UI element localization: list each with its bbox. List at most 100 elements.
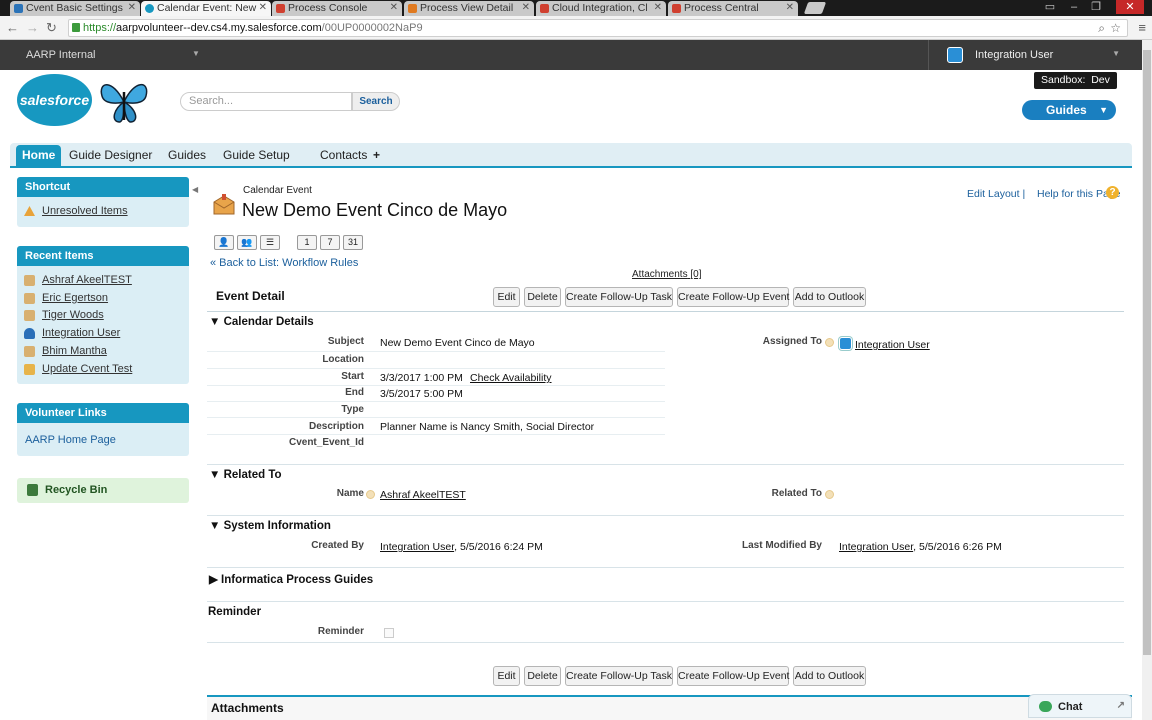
single-user-view-icon[interactable]: 👤 xyxy=(214,235,234,250)
edit-button[interactable]: Edit xyxy=(493,287,520,307)
close-window-icon[interactable]: ✕ xyxy=(1116,0,1144,14)
recycle-bin[interactable]: Recycle Bin xyxy=(17,478,189,503)
maximize-icon[interactable]: ❐ xyxy=(1086,0,1106,14)
forward-icon[interactable]: → xyxy=(26,20,39,36)
assigned-to-value[interactable]: Integration User xyxy=(855,339,930,351)
month-view-button[interactable]: 31 xyxy=(343,235,363,250)
attachments-section-header: Attachments xyxy=(207,695,1132,720)
name-value[interactable]: Ashraf AkeelTEST xyxy=(380,489,466,501)
back-icon[interactable]: ← xyxy=(6,20,19,36)
browser-tab[interactable]: Process Console ✕ xyxy=(272,1,402,16)
recent-item[interactable]: Ashraf AkeelTEST xyxy=(42,274,132,286)
divider xyxy=(207,567,1124,568)
warning-icon xyxy=(24,206,35,216)
divider xyxy=(207,351,665,352)
recent-item[interactable]: Update Cvent Test xyxy=(42,363,132,375)
tab-contacts[interactable]: Contacts xyxy=(320,148,367,162)
reload-icon[interactable]: ↻ xyxy=(46,20,57,36)
star-icon[interactable]: ☆ xyxy=(1110,20,1121,36)
edit-button[interactable]: Edit xyxy=(493,666,520,686)
minimize-icon[interactable]: – xyxy=(1064,0,1084,14)
salesforce-logo[interactable]: salesforce xyxy=(17,74,92,126)
location-label: Location xyxy=(322,354,364,365)
tab-guide-setup[interactable]: Guide Setup xyxy=(223,148,290,162)
add-to-outlook-button[interactable]: Add to Outlook xyxy=(793,666,866,686)
close-tab-icon[interactable]: ✕ xyxy=(786,1,794,15)
check-availability-link[interactable]: Check Availability xyxy=(470,372,552,384)
section-related-to[interactable]: ▼ Related To xyxy=(209,469,282,481)
section-system-information[interactable]: ▼ System Information xyxy=(209,520,331,532)
divider xyxy=(207,368,665,369)
popout-icon[interactable]: ↗ xyxy=(1117,700,1125,711)
close-tab-icon[interactable]: ✕ xyxy=(259,1,267,15)
contact-icon xyxy=(24,293,35,304)
browser-tab[interactable]: Cloud Integration, Cl ✕ xyxy=(536,1,666,16)
user-icon xyxy=(24,328,35,339)
list-view-icon[interactable]: ☰ xyxy=(260,235,280,250)
close-tab-icon[interactable]: ✕ xyxy=(522,1,530,15)
add-to-outlook-button[interactable]: Add to Outlook xyxy=(793,287,866,307)
help-icon[interactable]: ? xyxy=(1106,186,1119,199)
search-button[interactable]: Search xyxy=(352,92,400,111)
page-scrollbar[interactable] xyxy=(1142,40,1152,720)
tab-home[interactable]: Home xyxy=(16,145,62,168)
divider xyxy=(207,642,1124,643)
recent-item[interactable]: Bhim Mantha xyxy=(42,345,107,357)
search-input[interactable]: Search... xyxy=(180,92,352,111)
close-tab-icon[interactable]: ✕ xyxy=(654,1,662,15)
browser-tab[interactable]: Process View Detail ✕ xyxy=(404,1,534,16)
multi-user-view-icon[interactable]: 👥 xyxy=(237,235,257,250)
section-informatica-process-guides[interactable]: ▶ Informatica Process Guides xyxy=(209,572,373,586)
address-bar: ← → ↻ https://aarpvolunteer--dev.cs4.my.… xyxy=(0,16,1152,40)
collapse-sidebar-icon[interactable]: ◀ xyxy=(192,185,198,194)
contact-icon xyxy=(24,346,35,357)
section-calendar-details[interactable]: ▼ Calendar Details xyxy=(209,316,314,328)
recent-item[interactable]: Integration User xyxy=(42,327,120,339)
day-view-button[interactable]: 1 xyxy=(297,235,317,250)
scrollbar-thumb[interactable] xyxy=(1143,50,1151,655)
new-tab-button[interactable] xyxy=(803,2,827,14)
tab-guides[interactable]: Guides xyxy=(168,148,206,162)
browser-tab[interactable]: Cvent Basic Settings ✕ xyxy=(10,1,140,16)
sidebar-item-unresolved[interactable]: Unresolved Items xyxy=(42,205,128,217)
edit-layout-link[interactable]: Edit Layout | xyxy=(967,188,1025,200)
menu-icon[interactable]: ≡ xyxy=(1138,20,1146,35)
description-label: Description xyxy=(308,421,364,432)
user-avatar-icon xyxy=(947,47,963,63)
created-by-label: Created By xyxy=(311,540,364,551)
sidebar-item-aarp-home[interactable]: AARP Home Page xyxy=(25,434,116,446)
delete-button[interactable]: Delete xyxy=(524,666,561,686)
cvent-event-id-label: Cvent_Event_Id xyxy=(288,437,364,448)
user-menu[interactable]: Integration User ▼ xyxy=(928,40,1142,70)
url-field[interactable]: https://aarpvolunteer--dev.cs4.my.salesf… xyxy=(68,19,1128,37)
browser-tab-active[interactable]: Calendar Event: New ✕ xyxy=(141,1,271,16)
close-tab-icon[interactable]: ✕ xyxy=(390,1,398,15)
create-follow-up-event-button[interactable]: Create Follow-Up Event xyxy=(677,666,789,686)
divider xyxy=(207,311,1124,312)
created-by-value: Integration User, 5/5/2016 6:24 PM xyxy=(380,541,543,553)
delete-button[interactable]: Delete xyxy=(524,287,561,307)
browser-tab-strip: Cvent Basic Settings ✕ Calendar Event: Ne… xyxy=(0,0,1152,16)
create-follow-up-task-button[interactable]: Create Follow-Up Task xyxy=(565,287,673,307)
add-tab-button[interactable]: + xyxy=(373,148,380,162)
chevron-down-icon[interactable]: ▼ xyxy=(192,49,200,58)
butterfly-logo-icon xyxy=(100,84,148,123)
attachments-link[interactable]: Attachments [0] xyxy=(632,269,702,280)
recent-item[interactable]: Tiger Woods xyxy=(42,309,104,321)
recent-item[interactable]: Eric Egertson xyxy=(42,292,108,304)
week-view-button[interactable]: 7 xyxy=(320,235,340,250)
zoom-icon[interactable]: ⌕ xyxy=(1098,20,1105,36)
back-to-list-link[interactable]: « Back to List: Workflow Rules xyxy=(210,257,358,269)
chat-icon xyxy=(1039,701,1052,712)
close-tab-icon[interactable]: ✕ xyxy=(128,1,136,15)
guides-button[interactable]: Guides ▼ xyxy=(1022,100,1116,120)
user-icon[interactable]: ▭ xyxy=(1040,0,1060,14)
chat-button[interactable]: Chat ↗ xyxy=(1028,694,1132,718)
tab-guide-designer[interactable]: Guide Designer xyxy=(69,148,152,162)
org-name[interactable]: AARP Internal xyxy=(26,49,96,61)
end-label: End xyxy=(345,387,364,398)
divider xyxy=(207,417,665,418)
browser-tab[interactable]: Process Central ✕ xyxy=(668,1,798,16)
create-follow-up-task-button[interactable]: Create Follow-Up Task xyxy=(565,666,673,686)
create-follow-up-event-button[interactable]: Create Follow-Up Event xyxy=(677,287,789,307)
